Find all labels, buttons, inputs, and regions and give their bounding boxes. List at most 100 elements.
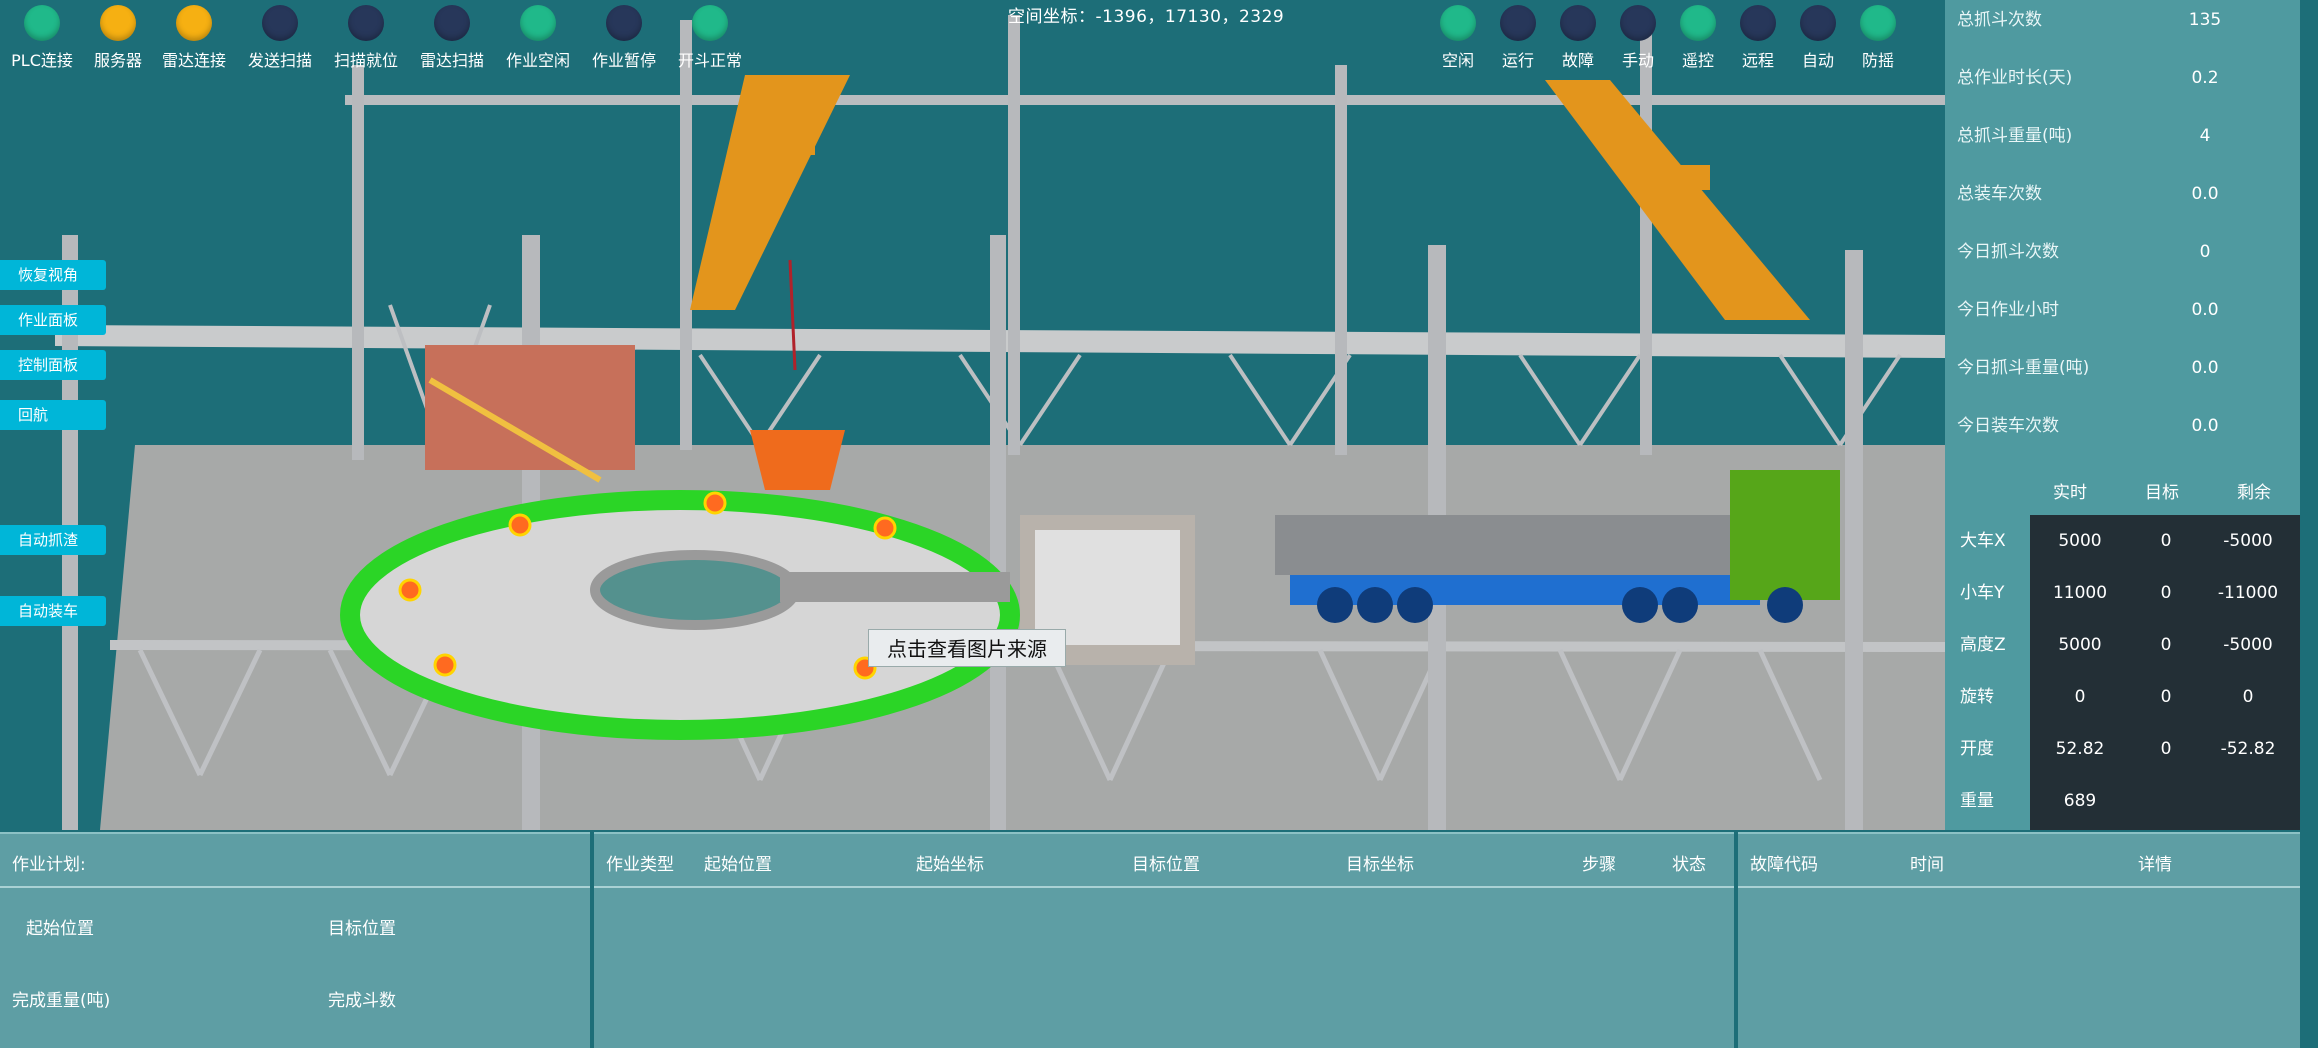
indicator-dot xyxy=(1740,5,1776,41)
indicator-label: 发送扫描 xyxy=(247,51,312,70)
motion-label: 旋转 xyxy=(1960,687,1994,707)
indicator-dot xyxy=(1800,5,1836,41)
grab-cable xyxy=(788,259,797,371)
building xyxy=(425,345,635,470)
material-pile xyxy=(1035,530,1180,645)
task-list-panel: 作业类型 起始位置 起始坐标 目标位置 目标坐标 步骤 状态 xyxy=(594,832,1734,1048)
col-target-coord: 目标坐标 xyxy=(1346,855,1414,875)
stat-value: 0.0 xyxy=(2191,416,2219,436)
stat-label: 今日作业小时 xyxy=(1957,300,2059,320)
indicator-dot xyxy=(692,5,728,41)
stat-row: 总装车次数 0.0 xyxy=(1945,174,2300,232)
header-realtime: 实时 xyxy=(2053,483,2087,503)
pit-channel xyxy=(780,572,1010,602)
stat-row: 今日作业小时 0.0 xyxy=(1945,290,2300,348)
return-home-button[interactable]: 回航 xyxy=(0,400,106,430)
indicator-label: 防摇 xyxy=(1861,51,1894,70)
realtime-value: 52.82 xyxy=(2055,739,2105,759)
stat-label: 今日抓斗次数 xyxy=(1957,242,2059,262)
indicator-dot xyxy=(262,5,298,41)
stat-label: 今日抓斗重量(吨) xyxy=(1957,358,2090,378)
reset-view-button[interactable]: 恢复视角 xyxy=(0,260,106,290)
header-remaining: 剩余 xyxy=(2237,483,2271,503)
motion-row-y: 小车Y 11000 0 -11000 xyxy=(1945,567,2300,619)
statistics-panel: 总抓斗次数 135 总作业时长(天) 0.2 总抓斗重量(吨) 4 总装车次数 … xyxy=(1945,0,2300,460)
indicator-dot xyxy=(176,5,212,41)
fault-header: 故障代码 时间 详情 xyxy=(1738,834,2300,888)
target-value: 0 xyxy=(2160,739,2172,759)
grab-bucket xyxy=(750,430,845,490)
stat-value: 4 xyxy=(2199,126,2211,146)
stat-value: 0.2 xyxy=(2191,68,2219,88)
indicator-dot xyxy=(1620,5,1656,41)
stat-row: 今日抓斗次数 0 xyxy=(1945,232,2300,290)
stat-value: 135 xyxy=(2188,10,2222,30)
col-time: 时间 xyxy=(1910,855,1944,875)
remaining-value: -5000 xyxy=(2223,531,2273,551)
indicator-label: 雷达扫描 xyxy=(419,51,484,70)
indicator-dot xyxy=(606,5,642,41)
indicator-radar-conn: 雷达连接 xyxy=(152,5,236,71)
indicator-label: 雷达连接 xyxy=(161,51,226,70)
completed-weight-label: 完成重量(吨) xyxy=(12,991,111,1011)
remaining-value: 0 xyxy=(2242,687,2254,707)
remaining-value: -5000 xyxy=(2223,635,2273,655)
indicator-plc: PLC连接 xyxy=(0,5,84,71)
motion-label: 大车X xyxy=(1960,531,2006,551)
indicator-radar-scan: 雷达扫描 xyxy=(410,5,494,71)
indicator-dot xyxy=(348,5,384,41)
motion-row-weight: 重量 689 xyxy=(1945,775,2300,827)
indicator-dot xyxy=(1680,5,1716,41)
crane-right xyxy=(1545,80,1810,320)
indicator-dot xyxy=(1500,5,1536,41)
task-list-header: 作业类型 起始位置 起始坐标 目标位置 目标坐标 步骤 状态 xyxy=(594,834,1734,888)
completed-count-label: 完成斗数 xyxy=(328,991,396,1011)
job-panel-button[interactable]: 作业面板 xyxy=(0,305,106,335)
col-step: 步骤 xyxy=(1582,855,1616,875)
target-value: 0 xyxy=(2160,531,2172,551)
control-panel-button[interactable]: 控制面板 xyxy=(0,350,106,380)
auto-load-button[interactable]: 自动装车 xyxy=(0,596,106,626)
target-position-label: 目标位置 xyxy=(328,919,396,939)
motion-row-x: 大车X 5000 0 -5000 xyxy=(1945,515,2300,567)
job-plan-panel: 作业计划: 起始位置 目标位置 完成重量(吨) 完成斗数 xyxy=(0,832,590,1048)
indicator-job-idle: 作业空闲 xyxy=(496,5,580,71)
stat-value: 0.0 xyxy=(2191,300,2219,320)
col-job-type: 作业类型 xyxy=(606,855,674,875)
motion-label: 开度 xyxy=(1960,739,1994,759)
indicator-dot xyxy=(1560,5,1596,41)
col-start-coord: 起始坐标 xyxy=(916,855,984,875)
app-root: 空间坐标：-1396，17130，2329 PLC连接 服务器 雷达连接 发送扫… xyxy=(0,0,2318,1048)
stat-row: 今日装车次数 0.0 xyxy=(1945,406,2300,464)
motion-row-opening: 开度 52.82 0 -52.82 xyxy=(1945,723,2300,775)
realtime-value: 11000 xyxy=(2052,583,2108,603)
stat-label: 今日装车次数 xyxy=(1957,416,2059,436)
back-rail xyxy=(345,95,1945,105)
indicator-job-paused: 作业暂停 xyxy=(582,5,666,71)
image-source-tooltip[interactable]: 点击查看图片来源 xyxy=(868,629,1066,667)
indicator-label: PLC连接 xyxy=(11,51,73,70)
indicator-label: 开斗正常 xyxy=(677,51,742,70)
indicator-send-scan: 发送扫描 xyxy=(238,5,322,71)
indicator-anti-sway: 防摇 xyxy=(1836,5,1920,71)
target-value: 0 xyxy=(2160,687,2172,707)
stat-value: 0 xyxy=(2199,242,2211,262)
indicator-server: 服务器 xyxy=(76,5,160,71)
realtime-value: 5000 xyxy=(2058,531,2102,551)
motion-label: 小车Y xyxy=(1960,583,2005,603)
3d-scene-viewport[interactable] xyxy=(0,0,1945,830)
motion-row-rotation: 旋转 0 0 0 xyxy=(1945,671,2300,723)
remaining-value: -52.82 xyxy=(2220,739,2276,759)
target-value: 0 xyxy=(2160,583,2172,603)
col-fault-code: 故障代码 xyxy=(1750,855,1818,875)
col-target-position: 目标位置 xyxy=(1132,855,1200,875)
stat-value: 0.0 xyxy=(2191,184,2219,204)
pit-tank xyxy=(590,550,800,630)
stat-row: 总抓斗次数 135 xyxy=(1945,0,2300,58)
fault-panel: 故障代码 时间 详情 xyxy=(1738,832,2300,1048)
auto-grab-button[interactable]: 自动抓渣 xyxy=(0,525,106,555)
realtime-value: 689 xyxy=(2063,791,2097,811)
motion-row-z: 高度Z 5000 0 -5000 xyxy=(1945,619,2300,671)
indicator-scan-ready: 扫描就位 xyxy=(324,5,408,71)
motion-panel: 实时 目标 剩余 大车X 5000 0 -5000 小车Y 11000 0 -1… xyxy=(1945,460,2300,830)
